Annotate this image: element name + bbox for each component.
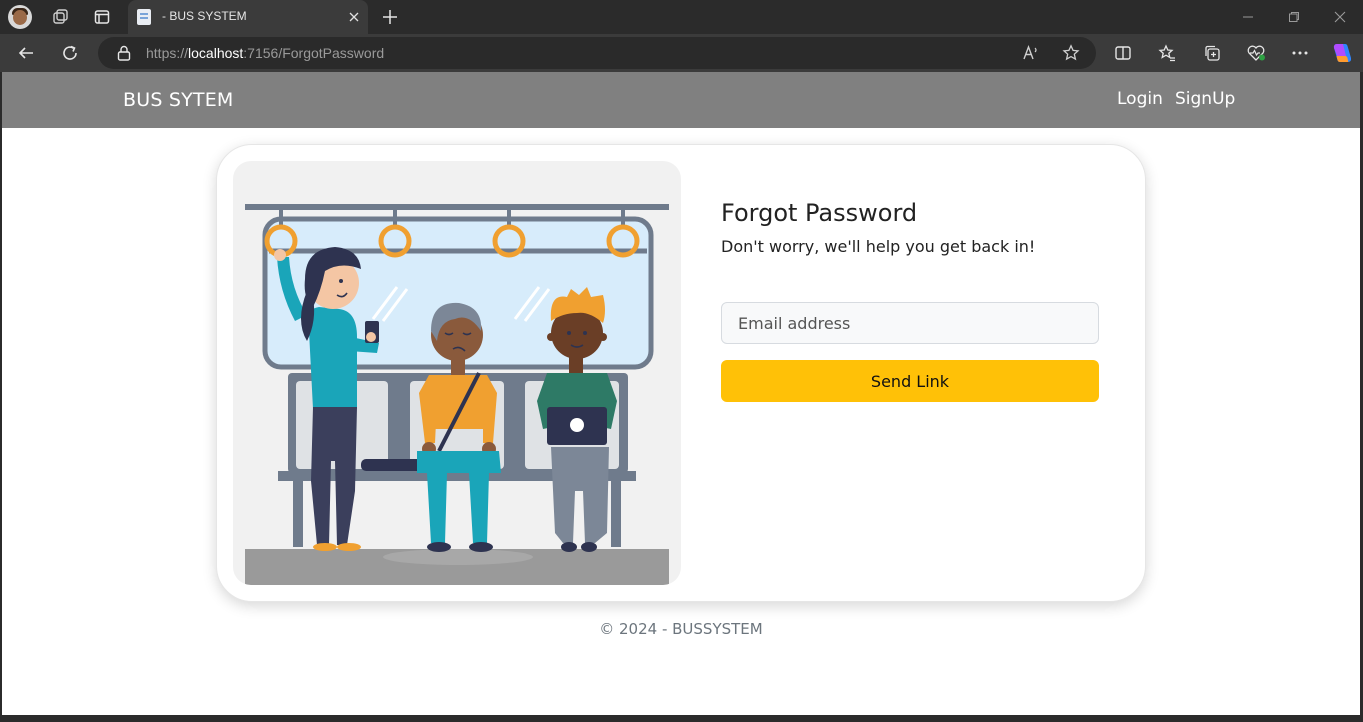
page-title: Forgot Password bbox=[721, 199, 918, 227]
new-tab-icon[interactable] bbox=[376, 3, 404, 31]
close-window-icon[interactable] bbox=[1317, 0, 1363, 34]
browser-tab-strip: - BUS SYSTEM bbox=[0, 0, 1363, 34]
favorites-icon[interactable] bbox=[1153, 39, 1181, 67]
tab-close-icon[interactable] bbox=[346, 9, 362, 25]
split-screen-icon[interactable] bbox=[1109, 39, 1137, 67]
email-field[interactable] bbox=[721, 302, 1099, 344]
back-icon[interactable] bbox=[12, 39, 40, 67]
active-tab[interactable]: - BUS SYSTEM bbox=[128, 0, 368, 34]
navbar-brand[interactable]: BUS SYTEM bbox=[123, 89, 234, 111]
url-text[interactable]: https://localhost:7156/ForgotPassword bbox=[146, 45, 384, 61]
bus-passengers-illustration bbox=[233, 161, 681, 585]
footer-copyright: © 2024 - BUSSYSTEM bbox=[599, 620, 763, 638]
minimize-icon[interactable] bbox=[1225, 0, 1271, 34]
browser-toolbar: https://localhost:7156/ForgotPassword bbox=[0, 34, 1363, 72]
navbar: BUS SYTEM Login SignUp bbox=[2, 72, 1360, 128]
copilot-icon[interactable] bbox=[1328, 39, 1356, 67]
send-link-button[interactable]: Send Link bbox=[721, 360, 1099, 402]
tab-title: - BUS SYSTEM bbox=[162, 9, 247, 23]
restore-icon[interactable] bbox=[1271, 0, 1317, 34]
address-bar[interactable]: https://localhost:7156/ForgotPassword bbox=[98, 37, 1096, 69]
nav-login-link[interactable]: Login bbox=[1117, 89, 1163, 109]
profile-avatar[interactable] bbox=[8, 5, 32, 29]
forgot-password-form: Forgot Password Don't worry, we'll help … bbox=[721, 199, 1101, 402]
read-aloud-icon[interactable] bbox=[1017, 39, 1045, 67]
browser-essentials-icon[interactable] bbox=[1242, 39, 1270, 67]
lock-icon[interactable] bbox=[110, 39, 138, 67]
page-favicon-icon bbox=[137, 9, 151, 25]
nav-signup-link[interactable]: SignUp bbox=[1175, 89, 1235, 109]
more-menu-icon[interactable] bbox=[1286, 39, 1314, 67]
tab-actions-icon[interactable] bbox=[88, 3, 116, 31]
page-subtitle: Don't worry, we'll help you get back in! bbox=[721, 237, 1036, 256]
page-viewport: BUS SYTEM Login SignUp Forgot Password D… bbox=[2, 72, 1360, 715]
collections-icon[interactable] bbox=[1198, 39, 1226, 67]
forgot-password-card: Forgot Password Don't worry, we'll help … bbox=[216, 144, 1146, 602]
favorite-star-icon[interactable] bbox=[1057, 39, 1085, 67]
refresh-icon[interactable] bbox=[56, 39, 84, 67]
workspaces-icon[interactable] bbox=[46, 3, 74, 31]
